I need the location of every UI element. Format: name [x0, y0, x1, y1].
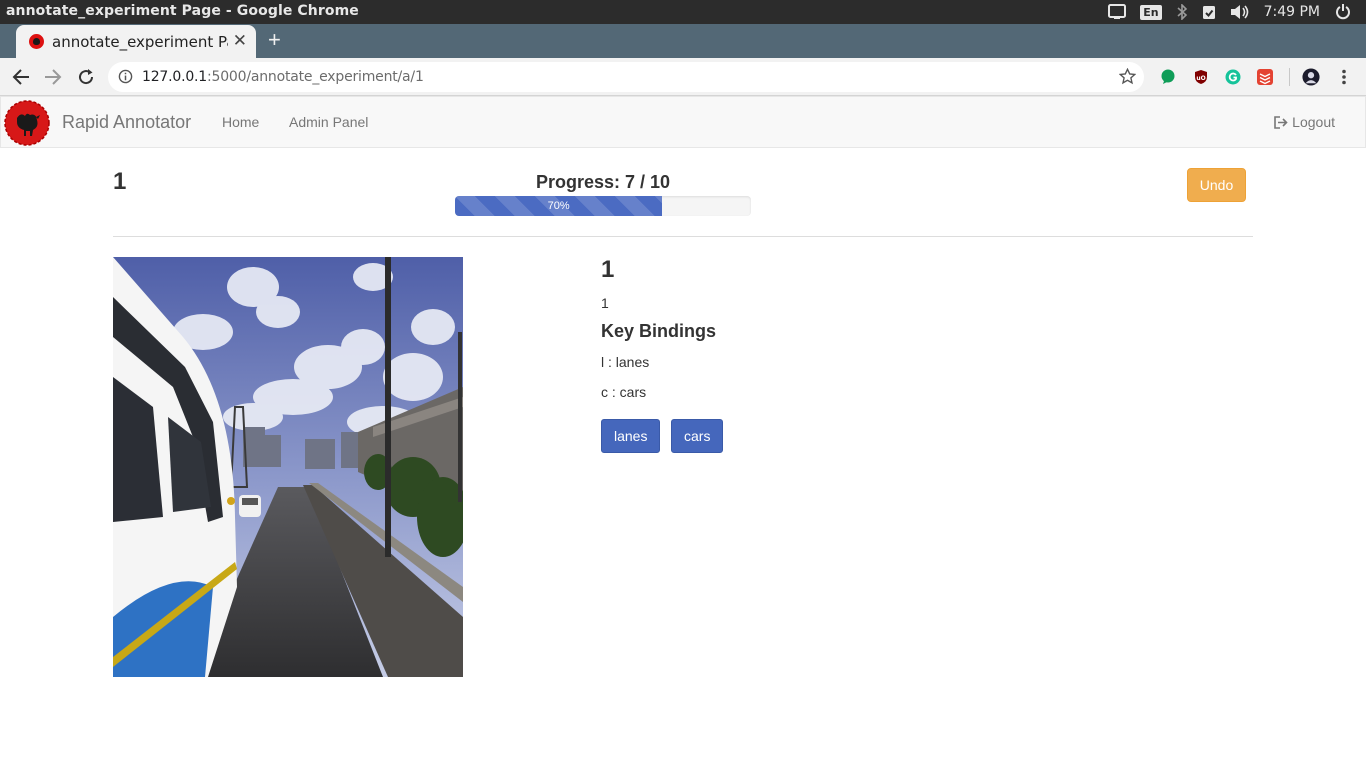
brand-title[interactable]: Rapid Annotator: [62, 112, 191, 133]
key-binding-cars: c : cars: [601, 384, 647, 400]
ublock-shield-icon[interactable]: uO: [1192, 68, 1210, 86]
chrome-menu-icon[interactable]: [1335, 68, 1353, 86]
green-chat-extension-icon[interactable]: [1159, 68, 1177, 86]
power-icon[interactable]: [1334, 4, 1352, 20]
system-tray: En 7:49 PM: [1108, 0, 1366, 24]
nav-link-home[interactable]: Home: [222, 114, 259, 130]
toolbar-separator: [1289, 68, 1290, 86]
browser-toolbar: 127.0.0.1:5000/annotate_experiment/a/1 u…: [0, 58, 1366, 96]
rooster-logo-icon[interactable]: [3, 100, 51, 146]
key-binding-lanes: l : lanes: [601, 354, 650, 370]
panel-title: 1: [601, 256, 615, 283]
new-tab-button[interactable]: +: [268, 29, 281, 51]
app-navbar: Rapid Annotator Home Admin Panel Logout: [0, 96, 1366, 148]
progress-bar: 70%: [455, 196, 663, 216]
tab-title: annotate_experiment Page: [52, 33, 228, 51]
todoist-icon[interactable]: [1256, 68, 1274, 86]
bluetooth-icon[interactable]: [1176, 4, 1188, 20]
experiment-name: 1: [113, 168, 127, 195]
svg-text:uO: uO: [1196, 75, 1205, 82]
panel-description: 1: [601, 295, 609, 311]
rooster-favicon-icon: [29, 34, 44, 49]
key-bindings-heading: Key Bindings: [601, 321, 717, 341]
bookmark-star-icon[interactable]: [1118, 67, 1137, 90]
profile-avatar[interactable]: [1302, 68, 1320, 86]
logout-label: Logout: [1292, 114, 1335, 130]
undo-button[interactable]: Undo: [1187, 168, 1246, 202]
annotation-image: [113, 257, 463, 677]
url-path: :5000/annotate_experiment/a/1: [207, 69, 424, 85]
grammarly-icon[interactable]: [1224, 68, 1242, 86]
label-button-cars[interactable]: cars: [671, 419, 724, 453]
clipboard-check-icon[interactable]: [1202, 4, 1216, 20]
clock[interactable]: 7:49 PM: [1264, 4, 1320, 20]
forward-icon[interactable]: [41, 65, 65, 89]
url-text: 127.0.0.1:5000/annotate_experiment/a/1: [142, 69, 424, 85]
logout-icon: [1274, 115, 1288, 129]
tab-strip: annotate_experiment Page ✕ +: [0, 24, 1366, 58]
os-top-bar: annotate_experiment Page - Google Chrome…: [0, 0, 1366, 24]
close-tab-icon[interactable]: ✕: [233, 31, 247, 51]
logout-link[interactable]: Logout: [1274, 114, 1335, 130]
url-host: 127.0.0.1: [142, 69, 207, 85]
volume-icon[interactable]: [1230, 4, 1250, 20]
nav-link-admin-panel[interactable]: Admin Panel: [289, 114, 368, 130]
browser-tab[interactable]: annotate_experiment Page ✕: [16, 25, 256, 58]
screen-icon[interactable]: [1108, 4, 1127, 20]
label-button-lanes[interactable]: lanes: [601, 419, 661, 453]
reload-icon[interactable]: [74, 65, 98, 89]
divider: [113, 236, 1253, 237]
info-icon[interactable]: [118, 69, 133, 89]
back-icon[interactable]: [9, 65, 33, 89]
progress-track: 70%: [455, 196, 751, 216]
keyboard-layout-indicator[interactable]: En: [1140, 4, 1162, 20]
progress-label: Progress: 7 / 10: [535, 172, 671, 192]
window-title: annotate_experiment Page - Google Chrome: [6, 3, 359, 19]
address-bar[interactable]: 127.0.0.1:5000/annotate_experiment/a/1: [108, 62, 1144, 92]
